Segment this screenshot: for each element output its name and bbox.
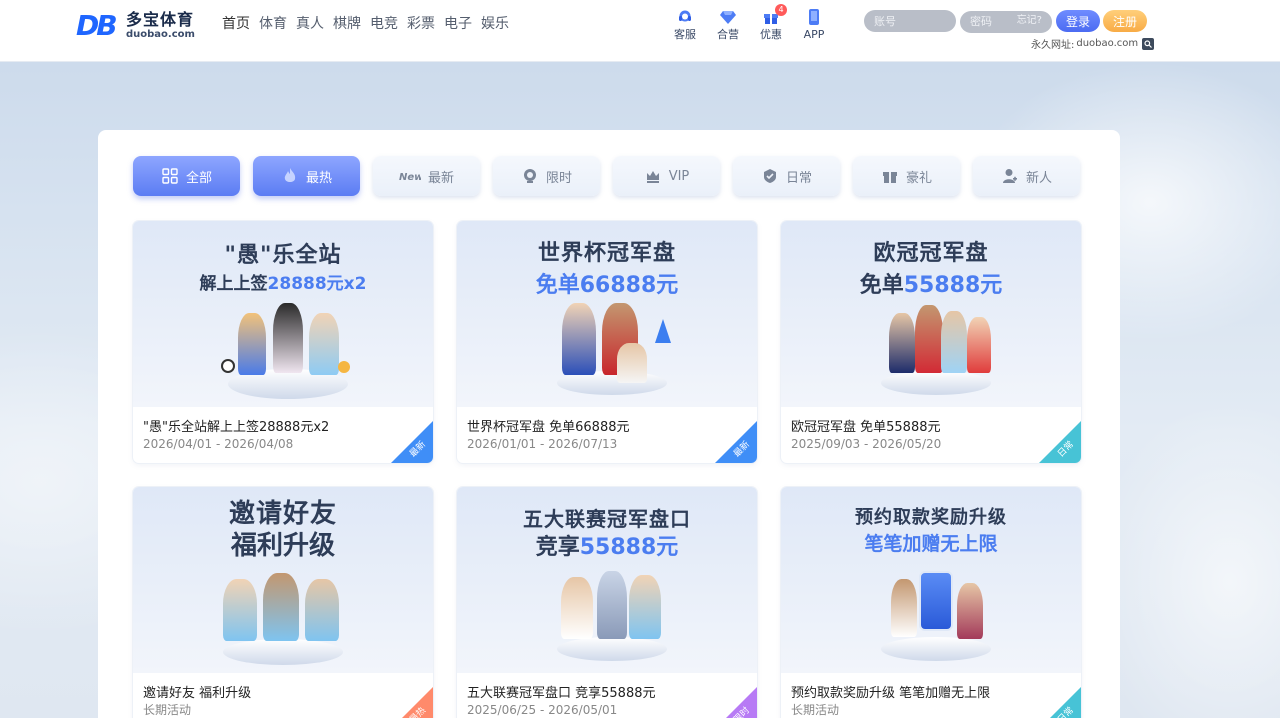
tab-new[interactable]: New 最新 (373, 156, 480, 196)
search-icon[interactable] (1142, 37, 1155, 50)
tab-newcomer[interactable]: 新人 (973, 156, 1080, 196)
category-tabs: 全部 最热 New 最新 限时 VIP 日常 豪礼 新人 (133, 156, 1093, 196)
tab-vip[interactable]: VIP (613, 156, 720, 196)
user-add-icon (1001, 167, 1019, 185)
promo-banner: 邀请好友 福利升级 (133, 487, 433, 673)
promo-title: 世界杯冠军盘 免单66888元 (467, 420, 630, 435)
nav-item-slots[interactable]: 电子 (444, 14, 479, 34)
promo-tag: 最热 (391, 687, 433, 718)
promo-banner: 欧冠冠军盘 免单55888元 (781, 221, 1081, 407)
shield-check-icon (761, 167, 779, 185)
tab-hot[interactable]: 最热 (253, 156, 360, 196)
promo-date: 长期活动 (791, 703, 840, 717)
register-button[interactable]: 注册 (1103, 10, 1147, 33)
grid-icon (161, 167, 179, 185)
promo-banner: "愚"乐全站 解上上签28888元x2 (133, 221, 433, 407)
login-form: 忘记? 登录 注册 (864, 10, 1147, 33)
promotions-panel: 全部 最热 New 最新 限时 VIP 日常 豪礼 新人 "愚"乐全站 解上上签… (98, 130, 1120, 718)
promo-tag: 最新 (391, 421, 433, 463)
flame-icon (281, 167, 299, 185)
main-nav: 首页 体育 真人 棋牌 电竞 彩票 电子 娱乐 (222, 14, 518, 34)
logo-name: 多宝体育 (126, 10, 195, 29)
promo-card[interactable]: 世界杯冠军盘 免单66888元 世界杯冠军盘 免单66888元 2026/01/… (457, 221, 757, 463)
nav-item-cards[interactable]: 棋牌 (333, 14, 368, 34)
nav-item-lottery[interactable]: 彩票 (407, 14, 442, 34)
quick-link-app[interactable]: APP (793, 8, 835, 42)
promo-title: "愚"乐全站解上上签28888元x2 (143, 420, 330, 435)
nav-item-esports[interactable]: 电竞 (370, 14, 405, 34)
promo-tag: 限时 (715, 687, 757, 718)
promo-card[interactable]: 欧冠冠军盘 免单55888元 欧冠冠军盘 免单55888元 2025/09/03… (781, 221, 1081, 463)
tab-daily[interactable]: 日常 (733, 156, 840, 196)
promo-title: 邀请好友 福利升级 (143, 686, 252, 701)
new-icon: New (399, 167, 421, 185)
tab-limited[interactable]: 限时 (493, 156, 600, 196)
promo-title: 欧冠冠军盘 免单55888元 (791, 420, 941, 435)
headset-icon (676, 8, 694, 26)
quick-links: 客服 合营 4 优惠 APP (664, 4, 836, 42)
promo-date: 2025/09/03 - 2026/05/20 (791, 437, 942, 451)
crown-icon (644, 167, 662, 185)
promo-date: 长期活动 (143, 703, 192, 717)
promo-tag: 日常 (1039, 421, 1081, 463)
promo-banner: 五大联赛冠军盘口 竞享55888元 (457, 487, 757, 673)
phone-icon (805, 8, 823, 26)
top-header: DB 多宝体育 duobao.com 首页 体育 真人 棋牌 电竞 彩票 电子 … (0, 0, 1280, 62)
promo-tag: 最新 (715, 421, 757, 463)
logo-mark: DB (76, 9, 118, 42)
promo-count-badge: 4 (775, 4, 787, 16)
promo-card[interactable]: "愚"乐全站 解上上签28888元x2 "愚"乐全站解上上签28888元x2 2… (133, 221, 433, 463)
promo-banner: 世界杯冠军盘 免单66888元 (457, 221, 757, 407)
forgot-password-link[interactable]: 忘记? (1017, 13, 1042, 29)
login-button[interactable]: 登录 (1056, 10, 1100, 33)
logo-domain: duobao.com (126, 29, 195, 40)
username-input[interactable] (864, 10, 956, 33)
promo-title: 五大联赛冠军盘口 竞享55888元 (467, 686, 656, 701)
tab-gift[interactable]: 豪礼 (853, 156, 960, 196)
promo-card[interactable]: 预约取款奖励升级 笔笔加赠无上限 预约取款奖励升级 笔笔加赠无上限 长期活动 日… (781, 487, 1081, 718)
gift-icon (881, 167, 899, 185)
promo-banner: 预约取款奖励升级 笔笔加赠无上限 (781, 487, 1081, 673)
nav-item-entertainment[interactable]: 娱乐 (481, 14, 516, 34)
promo-tag: 日常 (1039, 687, 1081, 718)
clock-icon (521, 167, 539, 185)
promo-card[interactable]: 邀请好友 福利升级 邀请好友 福利升级 长期活动 最热 (133, 487, 433, 718)
nav-item-live[interactable]: 真人 (296, 14, 331, 34)
promo-card[interactable]: 五大联赛冠军盘口 竞享55888元 五大联赛冠军盘口 竞享55888元 2025… (457, 487, 757, 718)
brand-logo[interactable]: DB 多宝体育 duobao.com (76, 10, 200, 42)
permanent-url: 永久网址: duobao.com (1031, 36, 1155, 51)
quick-link-partner[interactable]: 合营 (707, 8, 749, 42)
nav-item-sports[interactable]: 体育 (259, 14, 294, 34)
promo-date: 2026/01/01 - 2026/07/13 (467, 437, 618, 451)
promo-date: 2026/04/01 - 2026/04/08 (143, 437, 294, 451)
diamond-icon (719, 8, 737, 26)
quick-link-promo[interactable]: 4 优惠 (750, 4, 792, 42)
tab-all[interactable]: 全部 (133, 156, 240, 196)
promo-title: 预约取款奖励升级 笔笔加赠无上限 (791, 686, 991, 701)
quick-link-support[interactable]: 客服 (664, 8, 706, 42)
svg-text:New: New (399, 172, 421, 182)
promo-date: 2025/06/25 - 2026/05/01 (467, 703, 618, 717)
nav-item-home[interactable]: 首页 (222, 14, 257, 34)
